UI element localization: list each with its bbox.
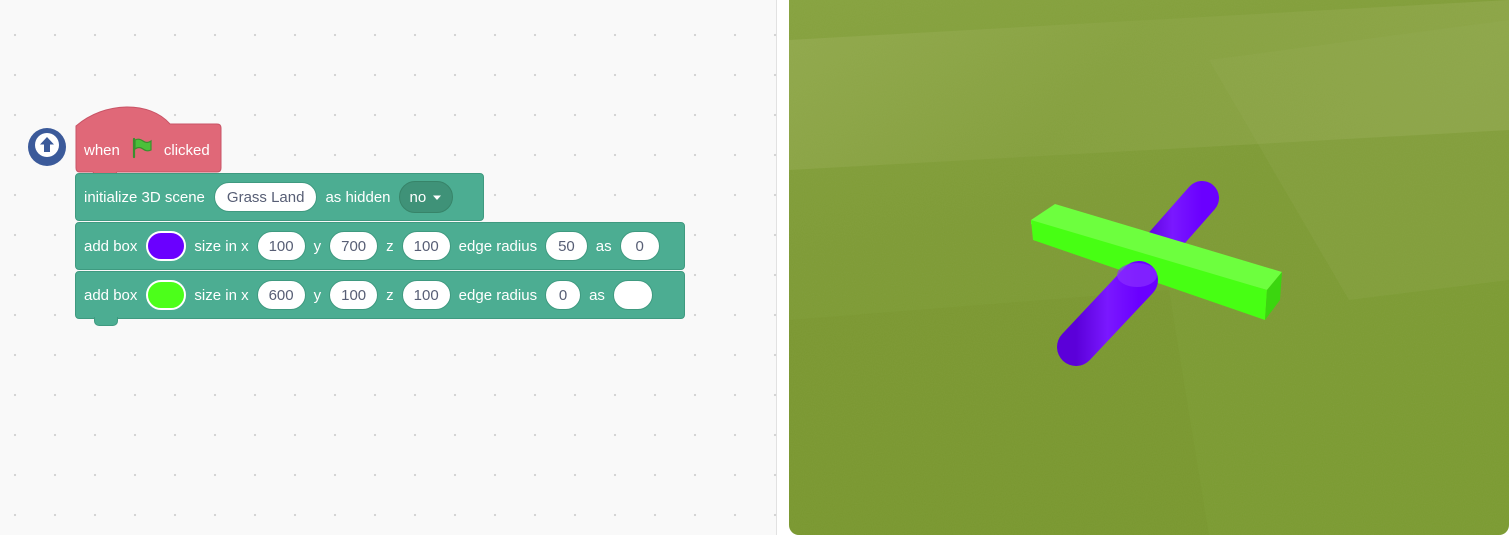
y-label: y	[313, 237, 322, 255]
purple-capsule-cap	[1117, 263, 1157, 287]
edge-radius-input[interactable]: 0	[545, 280, 582, 310]
as-label: as	[595, 237, 612, 255]
box-color-swatch[interactable]	[146, 280, 187, 310]
add-box-label: add box	[84, 286, 138, 304]
size-z-input[interactable]: 100	[401, 231, 451, 261]
arrow-up-icon	[34, 132, 60, 163]
scene-name-input[interactable]: Grass Land	[213, 182, 318, 212]
size-z-input[interactable]: 100	[401, 280, 451, 310]
app-root: when clicked initialize 3D scene Grass L…	[0, 0, 1509, 535]
as-label: as	[589, 286, 605, 304]
code-workspace[interactable]: when clicked initialize 3D scene Grass L…	[0, 0, 776, 535]
caret-down-icon	[432, 189, 442, 206]
y-label: y	[313, 286, 322, 304]
initialize-scene-block[interactable]: initialize 3D scene Grass Land as hidden…	[75, 173, 484, 221]
edge-radius-label: edge radius	[458, 286, 538, 304]
stage-3d-view[interactable]	[789, 0, 1509, 535]
size-in-x-label: size in x	[194, 286, 249, 304]
panel-divider[interactable]	[776, 0, 777, 535]
as-input[interactable]	[612, 280, 653, 310]
edge-radius-label: edge radius	[458, 237, 538, 255]
as-hidden-label: as hidden	[325, 188, 391, 206]
hidden-dropdown[interactable]: no	[398, 181, 454, 213]
edge-radius-input[interactable]: 50	[545, 231, 588, 261]
size-y-input[interactable]: 700	[329, 231, 379, 261]
scroll-to-top-button[interactable]	[28, 128, 66, 166]
stage-canvas	[789, 0, 1509, 535]
size-y-input[interactable]: 100	[329, 280, 379, 310]
grass-dark-patch	[789, 290, 1209, 535]
green-flag-icon	[130, 136, 154, 165]
add-box-label: add box	[84, 237, 138, 255]
as-input[interactable]: 0	[619, 231, 660, 261]
size-x-input[interactable]: 100	[256, 231, 306, 261]
size-x-input[interactable]: 600	[256, 280, 306, 310]
when-label: when	[84, 141, 120, 159]
size-in-x-label: size in x	[194, 237, 249, 255]
z-label: z	[386, 286, 394, 304]
initialize-scene-label: initialize 3D scene	[84, 188, 205, 206]
block-notch	[94, 317, 118, 326]
box-color-swatch[interactable]	[146, 231, 187, 261]
hat-block-row: when clicked	[84, 133, 210, 167]
hidden-dropdown-value: no	[409, 188, 427, 206]
add-box-block[interactable]: add box size in x 600 y 100 z 100 edge r…	[75, 271, 685, 326]
add-box-block[interactable]: add box size in x 100 y 700 z 100 edge r…	[75, 222, 685, 270]
z-label: z	[386, 237, 394, 255]
clicked-label: clicked	[163, 141, 210, 159]
